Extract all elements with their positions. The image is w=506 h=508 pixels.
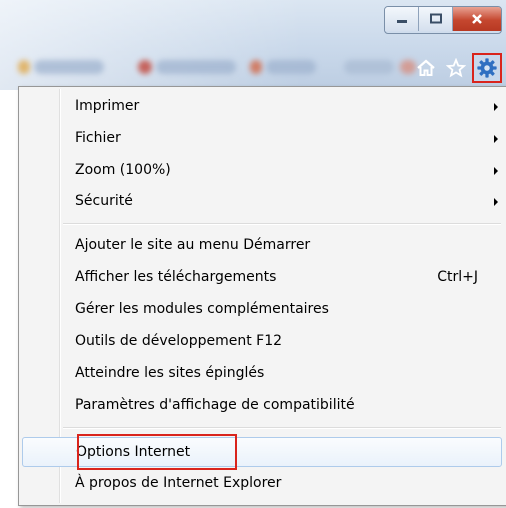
menu-item-label: Ajouter le site au menu Démarrer [75,237,311,253]
submenu-arrow-icon [494,167,498,175]
menu-item-fichier[interactable]: Fichier [22,124,502,154]
favorite-item-blurred[interactable] [34,60,104,74]
menu-item-label: Paramètres d'affichage de compatibilité [75,397,355,413]
submenu-arrow-icon [494,198,498,206]
menu-item-sites-epingles[interactable]: Atteindre les sites épinglés [22,359,502,389]
favorite-item-blurred[interactable] [344,60,394,74]
gear-icon [477,58,497,78]
minimize-icon [396,20,407,23]
maximize-button[interactable] [419,7,453,31]
minimize-button[interactable] [385,7,419,31]
favorite-item-blurred[interactable] [250,60,262,74]
menu-item-label: Fichier [75,130,121,146]
close-icon [472,14,482,24]
menu-item-label: Zoom (100%) [75,162,171,178]
menu-separator [63,427,501,429]
favorite-item-blurred[interactable] [156,60,236,74]
menu-item-label: Outils de développement F12 [75,333,283,349]
menu-item-ajouter-site[interactable]: Ajouter le site au menu Démarrer [22,231,502,261]
maximize-icon [429,13,442,24]
menu-item-telechargements[interactable]: Afficher les téléchargements Ctrl+J [22,263,502,293]
tools-menu: Imprimer Fichier Zoom (100%) Sécurité Aj… [18,86,506,506]
menu-item-zoom[interactable]: Zoom (100%) [22,156,502,186]
favorite-item-blurred[interactable] [18,60,30,74]
window-controls [384,6,502,34]
favorites-bar [0,52,470,82]
menu-item-label: À propos de Internet Explorer [75,475,282,491]
menu-item-modules[interactable]: Gérer les modules complémentaires [22,295,502,325]
home-icon [417,59,435,76]
command-icons [412,53,502,83]
favorite-item-blurred[interactable] [266,60,316,74]
menu-item-options-internet[interactable]: Options Internet [22,434,502,470]
favorites-button[interactable] [442,54,470,82]
shortcut-label: Ctrl+J [437,269,478,285]
menu-item-a-propos[interactable]: À propos de Internet Explorer [22,469,502,499]
star-icon [446,58,466,78]
menu-item-compatibilite[interactable]: Paramètres d'affichage de compatibilité [22,391,502,421]
submenu-arrow-icon [494,135,498,143]
tools-button[interactable] [472,53,502,83]
menu-item-securite[interactable]: Sécurité [22,187,502,217]
menu-item-label: Atteindre les sites épinglés [75,365,265,381]
home-button[interactable] [412,54,440,82]
menu-item-label: Gérer les modules complémentaires [75,301,329,317]
menu-separator [63,223,501,225]
submenu-arrow-icon [494,103,498,111]
menu-item-label: Afficher les téléchargements [75,269,277,285]
highlight-outline [77,434,237,470]
menu-item-label: Sécurité [75,193,133,209]
menu-item-outils-dev[interactable]: Outils de développement F12 [22,327,502,357]
menu-item-imprimer[interactable]: Imprimer [22,92,502,122]
favorite-item-blurred[interactable] [138,60,152,74]
menu-item-label: Imprimer [75,98,140,114]
close-button[interactable] [453,7,501,31]
